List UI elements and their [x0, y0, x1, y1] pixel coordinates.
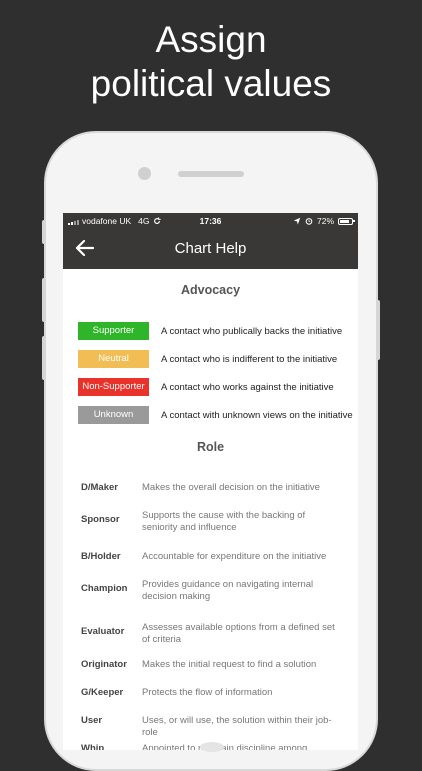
phone-volume-down: [42, 336, 46, 380]
status-right: 72%: [293, 216, 355, 226]
headline-line-2: political values: [90, 63, 332, 104]
advocacy-badge: Unknown: [78, 406, 149, 424]
role-description: Makes the overall decision on the initia…: [142, 482, 320, 493]
role-term: D/Maker: [81, 482, 118, 493]
advocacy-description: A contact who publically backs the initi…: [161, 325, 343, 337]
advocacy-row: Unknown A contact with unknown views on t…: [78, 406, 353, 424]
role-term: B/Holder: [81, 551, 121, 562]
advocacy-description: A contact who is indifferent to the init…: [161, 353, 338, 365]
advocacy-badge: Neutral: [78, 350, 149, 368]
role-term: Whip: [81, 743, 105, 750]
headline-line-1: Assign: [155, 19, 267, 60]
page-title: Chart Help: [174, 240, 247, 257]
advocacy-description: A contact with unknown views on the init…: [161, 409, 353, 421]
role-description: Protects the flow of information: [142, 687, 273, 698]
role-description: Provides guidance on navigating internal…: [142, 579, 314, 602]
role-description: Uses, or will use, the solution within t…: [142, 715, 332, 738]
role-description: Appointed to maintain discipline among m…: [142, 743, 308, 750]
nav-bar: Chart Help: [63, 230, 358, 269]
role-term: Sponsor: [81, 514, 120, 525]
advocacy-badge: Non-Supporter: [78, 378, 149, 396]
role-title: Role: [196, 440, 225, 454]
battery-percentage: 72%: [316, 216, 334, 226]
role-term: G/Keeper: [81, 687, 124, 698]
advocacy-title: Advocacy: [180, 283, 241, 297]
location-icon: [293, 217, 301, 225]
role-description: Accountable for expenditure on the initi…: [142, 551, 327, 562]
role-term: User: [81, 715, 103, 726]
role-description: Supports the cause with the backing of s…: [142, 510, 306, 533]
status-bar: vodafone UK 4G 17:36 72%: [63, 213, 358, 230]
phone-volume-up: [42, 278, 46, 322]
advocacy-row: Non-Supporter A contact who works against…: [78, 378, 334, 396]
role-term: Evaluator: [81, 626, 125, 637]
advocacy-badge: Supporter: [78, 322, 149, 340]
earpiece-speaker: [178, 171, 244, 177]
advocacy-description: A contact who works against the initiati…: [161, 381, 334, 393]
role-description: Assesses available options from a define…: [142, 622, 335, 645]
advocacy-row: Supporter A contact who publically backs …: [78, 322, 342, 340]
phone-power-button: [376, 300, 380, 360]
role-term: Champion: [81, 583, 128, 594]
app-screen: vodafone UK 4G 17:36 72% Chart Help Advo…: [63, 213, 358, 750]
content-area: Advocacy Supporter A contact who publical…: [63, 269, 358, 750]
home-button: [200, 742, 224, 752]
battery-icon: [338, 217, 355, 225]
marketing-headline: Assign political values: [0, 18, 422, 106]
advocacy-row: Neutral A contact who is indifferent to t…: [78, 350, 337, 368]
phone-side-button: [42, 220, 46, 244]
role-term: Originator: [81, 659, 127, 670]
role-description: Makes the initial request to find a solu…: [142, 659, 317, 670]
front-camera: [138, 167, 151, 180]
alarm-icon: [305, 218, 313, 225]
